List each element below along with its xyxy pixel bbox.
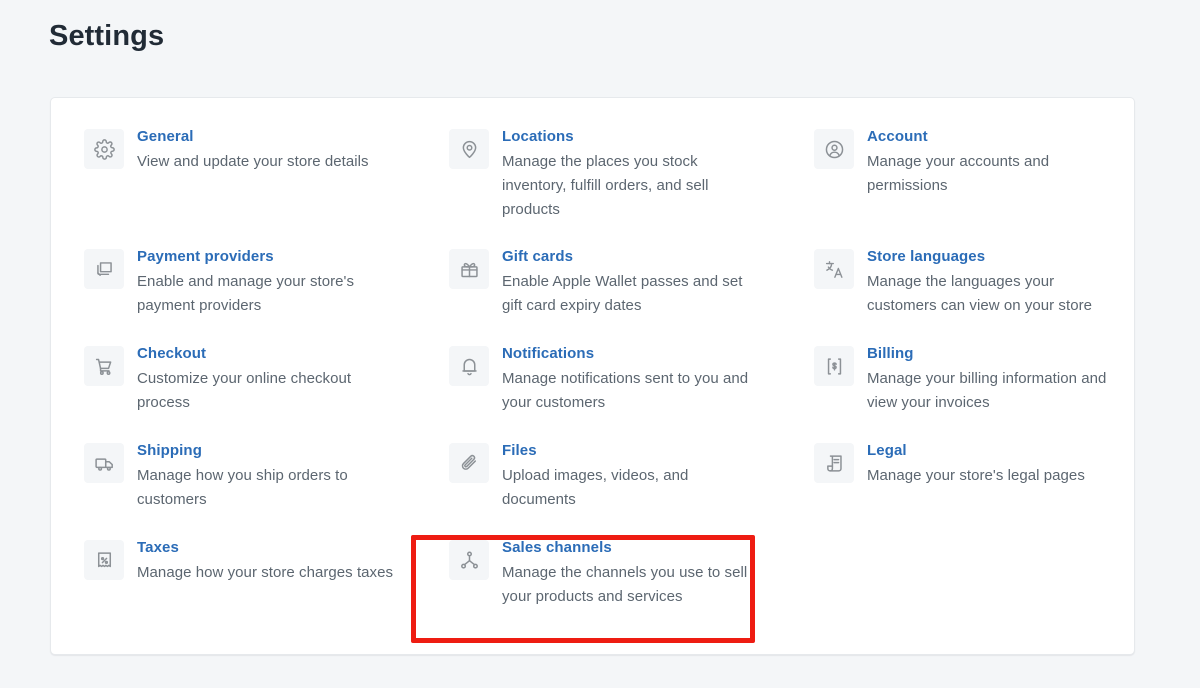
settings-item-text: Store languages Manage the languages you… bbox=[867, 246, 1119, 318]
settings-item-title[interactable]: Billing bbox=[867, 344, 1119, 364]
settings-item-description: Customize your online checkout process bbox=[137, 370, 352, 411]
receipt-percent-icon bbox=[84, 540, 124, 580]
settings-item-description: Enable Apple Wallet passes and set gift … bbox=[502, 273, 743, 314]
settings-item-legal[interactable]: Legal Manage your store's legal pages bbox=[814, 440, 1169, 537]
shopping-cart-icon bbox=[84, 346, 124, 386]
settings-item-title[interactable]: Taxes bbox=[137, 538, 393, 558]
settings-item-title[interactable]: Account bbox=[867, 127, 1119, 147]
gear-icon bbox=[84, 129, 124, 169]
settings-item-title[interactable]: Gift cards bbox=[502, 247, 760, 267]
settings-item-text: Payment providers Enable and manage your… bbox=[137, 246, 395, 318]
settings-item-title[interactable]: Payment providers bbox=[137, 247, 395, 267]
delivery-truck-icon bbox=[84, 443, 124, 483]
settings-item-description: Upload images, videos, and documents bbox=[502, 467, 689, 508]
settings-item-description: Manage how you ship orders to customers bbox=[137, 467, 348, 508]
settings-item-text: Shipping Manage how you ship orders to c… bbox=[137, 440, 395, 512]
settings-item-text: Notifications Manage notifications sent … bbox=[502, 343, 760, 415]
location-pin-icon bbox=[449, 129, 489, 169]
bell-icon bbox=[449, 346, 489, 386]
settings-item-description: Manage the languages your customers can … bbox=[867, 273, 1093, 314]
settings-item-text: Account Manage your accounts and permiss… bbox=[867, 126, 1119, 198]
settings-item-title[interactable]: Files bbox=[502, 441, 760, 461]
settings-item-title[interactable]: Checkout bbox=[137, 344, 395, 364]
settings-item-files[interactable]: Files Upload images, videos, and documen… bbox=[449, 440, 814, 537]
settings-item-notifications[interactable]: Notifications Manage notifications sent … bbox=[449, 343, 814, 440]
settings-item-text: Locations Manage the places you stock in… bbox=[502, 126, 760, 222]
settings-item-text: Checkout Customize your online checkout … bbox=[137, 343, 395, 415]
settings-grid: General View and update your store detai… bbox=[51, 98, 1134, 654]
settings-item-shipping[interactable]: Shipping Manage how you ship orders to c… bbox=[84, 440, 449, 537]
settings-item-payment-providers[interactable]: Payment providers Enable and manage your… bbox=[84, 246, 449, 343]
settings-item-general[interactable]: General View and update your store detai… bbox=[84, 126, 449, 246]
settings-card: General View and update your store detai… bbox=[50, 97, 1135, 655]
settings-item-checkout[interactable]: Checkout Customize your online checkout … bbox=[84, 343, 449, 440]
settings-item-account[interactable]: Account Manage your accounts and permiss… bbox=[814, 126, 1169, 246]
settings-item-title[interactable]: General bbox=[137, 127, 369, 147]
settings-grid-empty-cell bbox=[814, 537, 1169, 647]
settings-item-description: Enable and manage your store's payment p… bbox=[137, 273, 355, 314]
settings-item-text: Sales channels Manage the channels you u… bbox=[502, 537, 760, 609]
settings-item-description: View and update your store details bbox=[137, 153, 369, 170]
settings-item-text: Files Upload images, videos, and documen… bbox=[502, 440, 760, 512]
translate-icon bbox=[814, 249, 854, 289]
settings-item-description: Manage your store's legal pages bbox=[867, 467, 1085, 484]
settings-item-description: Manage the places you stock inventory, f… bbox=[502, 153, 709, 218]
settings-item-text: Legal Manage your store's legal pages bbox=[867, 440, 1085, 488]
settings-item-gift-cards[interactable]: Gift cards Enable Apple Wallet passes an… bbox=[449, 246, 814, 343]
account-person-icon bbox=[814, 129, 854, 169]
settings-item-description: Manage your accounts and permissions bbox=[867, 153, 1050, 194]
sales-channels-icon bbox=[449, 540, 489, 580]
settings-item-title[interactable]: Store languages bbox=[867, 247, 1119, 267]
legal-scroll-icon bbox=[814, 443, 854, 483]
page-title: Settings bbox=[49, 20, 165, 52]
settings-item-title[interactable]: Shipping bbox=[137, 441, 395, 461]
gift-card-icon bbox=[449, 249, 489, 289]
receipt-dollar-icon bbox=[814, 346, 854, 386]
settings-item-sales-channels[interactable]: Sales channels Manage the channels you u… bbox=[449, 537, 814, 647]
settings-item-taxes[interactable]: Taxes Manage how your store charges taxe… bbox=[84, 537, 449, 647]
settings-item-text: Billing Manage your billing information … bbox=[867, 343, 1119, 415]
settings-item-locations[interactable]: Locations Manage the places you stock in… bbox=[449, 126, 814, 246]
settings-item-text: Gift cards Enable Apple Wallet passes an… bbox=[502, 246, 760, 318]
settings-item-title[interactable]: Legal bbox=[867, 441, 1085, 461]
payment-card-icon bbox=[84, 249, 124, 289]
settings-item-billing[interactable]: Billing Manage your billing information … bbox=[814, 343, 1169, 440]
settings-item-description: Manage your billing information and view… bbox=[867, 370, 1107, 411]
settings-page: Settings General View and update your st… bbox=[0, 0, 1200, 688]
settings-item-title[interactable]: Sales channels bbox=[502, 538, 760, 558]
settings-item-store-languages[interactable]: Store languages Manage the languages you… bbox=[814, 246, 1169, 343]
settings-item-description: Manage how your store charges taxes bbox=[137, 564, 394, 581]
settings-item-title[interactable]: Notifications bbox=[502, 344, 760, 364]
paperclip-icon bbox=[449, 443, 489, 483]
settings-item-description: Manage the channels you use to sell your… bbox=[502, 564, 748, 605]
settings-item-description: Manage notifications sent to you and you… bbox=[502, 370, 749, 411]
settings-item-text: General View and update your store detai… bbox=[137, 126, 369, 174]
settings-item-text: Taxes Manage how your store charges taxe… bbox=[137, 537, 393, 585]
settings-item-title[interactable]: Locations bbox=[502, 127, 760, 147]
